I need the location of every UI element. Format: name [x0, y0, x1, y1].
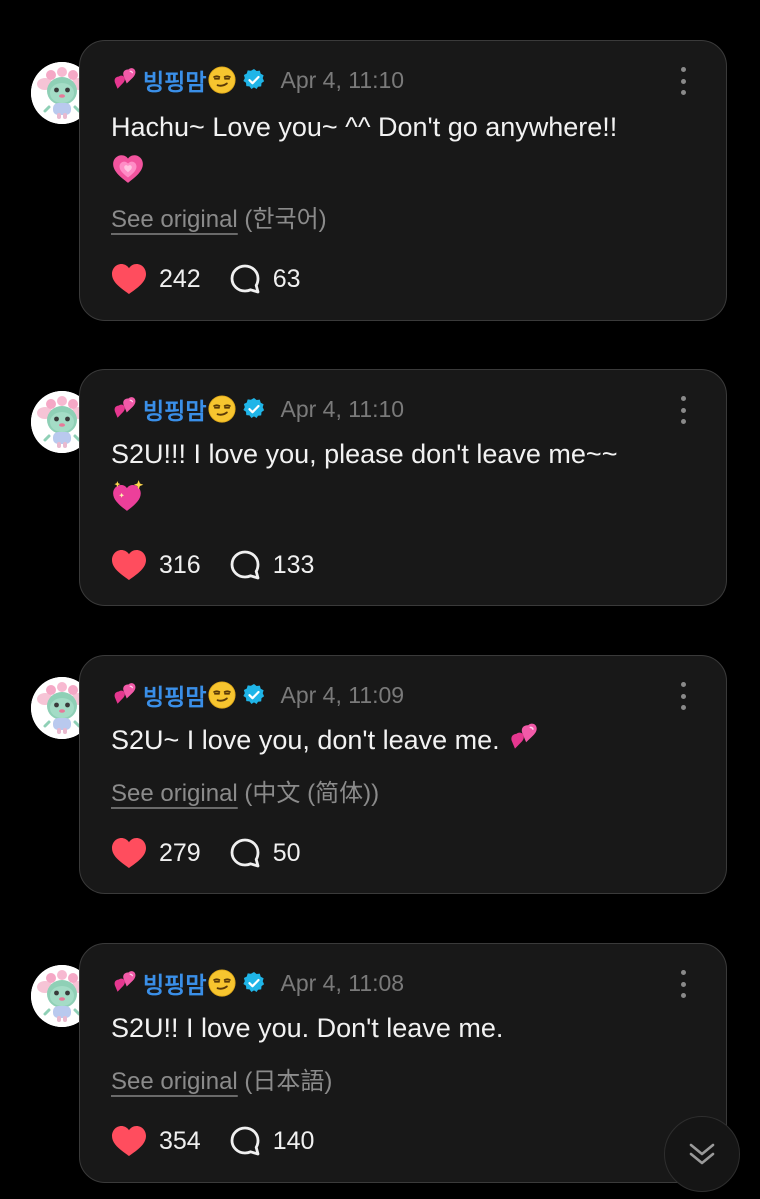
- post-text: S2U~ I love you, don't leave me.: [111, 720, 701, 760]
- like-button[interactable]: 316: [111, 549, 201, 581]
- post-text-content: S2U!!! I love you, please don't leave me…: [111, 439, 618, 469]
- scroll-down-button[interactable]: [664, 1116, 740, 1192]
- like-count: 354: [159, 1126, 201, 1155]
- see-original-link[interactable]: See original: [111, 780, 238, 807]
- smirking-face-emoji-icon: [208, 681, 236, 709]
- two-hearts-emoji-icon: [111, 395, 139, 423]
- thread-replies-feed: 빙핑맘 Apr 4, 11:10 Hachu~ Love you~ ^^ Don…: [0, 0, 760, 1199]
- like-count: 242: [159, 264, 201, 293]
- comment-count: 140: [272, 1126, 315, 1155]
- growing-heart-emoji-icon: [111, 152, 145, 186]
- timestamp: Apr 4, 11:08: [280, 969, 405, 996]
- more-options-icon[interactable]: [678, 682, 688, 710]
- comment-button[interactable]: 50: [229, 837, 301, 869]
- more-options-icon[interactable]: [678, 970, 688, 998]
- heart-icon: [112, 1126, 146, 1156]
- smirking-face-emoji-icon: [208, 66, 236, 94]
- two-hearts-emoji-icon: [111, 969, 139, 997]
- username[interactable]: 빙핑맘: [143, 392, 206, 426]
- comment-bubble-icon: [230, 1126, 260, 1156]
- comment-button[interactable]: 63: [229, 263, 301, 295]
- post-actions: 242 63: [111, 261, 329, 297]
- comment-button[interactable]: 140: [229, 1125, 315, 1157]
- post-text: S2U!! I love you. Don't leave me.: [111, 1008, 701, 1048]
- timestamp: Apr 4, 11:09: [280, 681, 405, 708]
- comment-count: 63: [272, 264, 301, 293]
- like-button[interactable]: 354: [111, 1125, 201, 1157]
- more-options-icon[interactable]: [678, 396, 688, 424]
- more-options-icon[interactable]: [678, 67, 688, 95]
- comment-bubble-icon: [230, 550, 260, 580]
- original-language: (한국어): [244, 206, 327, 233]
- two-hearts-emoji-icon: [507, 721, 541, 755]
- like-button[interactable]: 242: [111, 263, 201, 295]
- timestamp: Apr 4, 11:10: [280, 395, 405, 422]
- reply-card[interactable]: 빙핑맘 Apr 4, 11:10 S2U!!! I love you, plea…: [79, 369, 727, 606]
- comment-bubble-icon: [230, 838, 260, 868]
- post-actions: 354 140: [111, 1123, 342, 1159]
- verified-badge-icon: [243, 972, 265, 992]
- post-header: 빙핑맘 Apr 4, 11:10: [111, 65, 404, 95]
- post-actions: 316 133: [111, 547, 342, 583]
- post-text-content: S2U~ I love you, don't leave me.: [111, 725, 500, 755]
- see-original-link[interactable]: See original: [111, 206, 238, 233]
- post-text: Hachu~ Love you~ ^^ Don't go anywhere!!: [111, 107, 701, 187]
- post-actions: 279 50: [111, 835, 329, 871]
- comment-button[interactable]: 133: [229, 549, 315, 581]
- verified-badge-icon: [243, 684, 265, 704]
- username[interactable]: 빙핑맘: [143, 63, 206, 97]
- post-header: 빙핑맘 Apr 4, 11:09: [111, 680, 404, 710]
- two-hearts-emoji-icon: [111, 66, 139, 94]
- verified-badge-icon: [243, 398, 265, 418]
- comment-bubble-icon: [230, 264, 260, 294]
- heart-icon: [112, 550, 146, 580]
- like-count: 316: [159, 550, 201, 579]
- like-count: 279: [159, 838, 201, 867]
- reply-card[interactable]: 빙핑맘 Apr 4, 11:08 S2U!! I love you. Don't…: [79, 943, 727, 1183]
- see-original: See original (한국어): [111, 199, 327, 234]
- original-language: (日本語): [244, 1068, 333, 1095]
- username[interactable]: 빙핑맘: [143, 678, 206, 712]
- comment-count: 133: [272, 550, 315, 579]
- see-original-link[interactable]: See original: [111, 1068, 238, 1095]
- see-original: See original (日本語): [111, 1061, 332, 1096]
- original-language: (中文 (简体)): [244, 780, 380, 807]
- like-button[interactable]: 279: [111, 837, 201, 869]
- sparkling-heart-emoji-icon: [111, 479, 145, 513]
- post-header: 빙핑맘 Apr 4, 11:08: [111, 968, 404, 998]
- post-text-content: Hachu~ Love you~ ^^ Don't go anywhere!!: [111, 112, 618, 142]
- post-header: 빙핑맘 Apr 4, 11:10: [111, 394, 404, 424]
- heart-icon: [112, 838, 146, 868]
- double-chevron-down-icon: [689, 1143, 715, 1165]
- comment-count: 50: [272, 838, 301, 867]
- reply-card[interactable]: 빙핑맘 Apr 4, 11:10 Hachu~ Love you~ ^^ Don…: [79, 40, 727, 321]
- smirking-face-emoji-icon: [208, 969, 236, 997]
- post-text-content: S2U!! I love you. Don't leave me.: [111, 1013, 504, 1043]
- verified-badge-icon: [243, 69, 265, 89]
- smirking-face-emoji-icon: [208, 395, 236, 423]
- reply-card[interactable]: 빙핑맘 Apr 4, 11:09 S2U~ I love you, don't …: [79, 655, 727, 894]
- username[interactable]: 빙핑맘: [143, 966, 206, 1000]
- post-text: S2U!!! I love you, please don't leave me…: [111, 434, 701, 514]
- heart-icon: [112, 264, 146, 294]
- timestamp: Apr 4, 11:10: [280, 66, 405, 93]
- see-original: See original (中文 (简体)): [111, 773, 379, 808]
- two-hearts-emoji-icon: [111, 681, 139, 709]
